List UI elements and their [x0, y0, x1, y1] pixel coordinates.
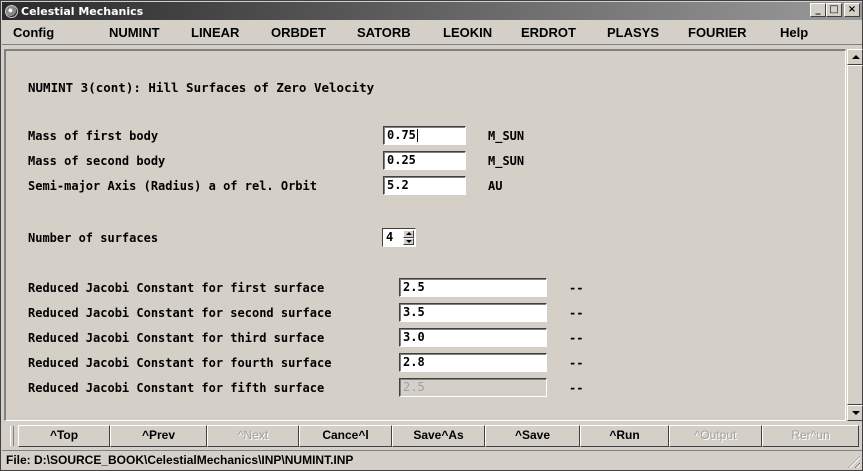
mass1-input[interactable]: 0.75 [383, 126, 466, 145]
title-bar[interactable]: Celestial Mechanics _ □ × [2, 2, 862, 20]
jacobi3-input[interactable]: 3.0 [399, 328, 547, 347]
text-caret [416, 129, 418, 142]
window-title: Celestial Mechanics [21, 4, 144, 18]
jacobi4-input[interactable]: 2.8 [399, 353, 547, 372]
jacobi2-input[interactable]: 3.5 [399, 303, 547, 322]
jacobi5-label: Reduced Jacobi Constant for fifth surfac… [28, 381, 325, 395]
mass1-label: Mass of first body [28, 129, 159, 143]
num-surfaces-stepper[interactable]: 4 [382, 228, 416, 247]
jacobi1-input[interactable]: 2.5 [399, 278, 547, 297]
next-button: ^Next [207, 425, 299, 447]
menu-bar: Config NUMINT LINEAR ORBDET SATORB LEOKI… [2, 21, 862, 45]
stepper-down-icon[interactable] [403, 237, 414, 245]
scroll-up-icon[interactable] [847, 49, 863, 65]
jacobi4-unit: -- [569, 356, 584, 370]
menu-help[interactable]: Help [780, 25, 808, 40]
status-bar: File: D:\SOURCE_BOOK\CelestialMechanics\… [2, 450, 862, 470]
maximize-button[interactable]: □ [826, 3, 842, 17]
semi-major-input[interactable]: 5.2 [383, 176, 466, 195]
menu-satorb[interactable]: SATORB [357, 25, 411, 40]
semi-major-unit: AU [488, 179, 503, 193]
menu-leokin[interactable]: LEOKIN [443, 25, 492, 40]
jacobi1-unit: -- [569, 281, 584, 295]
jacobi4-label: Reduced Jacobi Constant for fourth surfa… [28, 356, 332, 370]
prev-button[interactable]: ^Prev [110, 425, 207, 447]
menu-erdrot[interactable]: ERDROT [521, 25, 576, 40]
save-as-button[interactable]: Save^As [392, 425, 485, 447]
jacobi2-label: Reduced Jacobi Constant for second surfa… [28, 306, 332, 320]
num-surfaces-value: 4 [386, 230, 394, 244]
scroll-thumb[interactable] [847, 65, 863, 405]
top-button[interactable]: ^Top [18, 425, 110, 447]
jacobi2-unit: -- [569, 306, 584, 320]
stepper-buttons [403, 230, 414, 245]
section-title: NUMINT 3(cont): Hill Surfaces of Zero Ve… [28, 80, 375, 95]
menu-orbdet[interactable]: ORBDET [271, 25, 326, 40]
mass1-value: 0.75 [387, 128, 416, 142]
form-panel: NUMINT 3(cont): Hill Surfaces of Zero Ve… [4, 49, 846, 421]
jacobi3-unit: -- [569, 331, 584, 345]
app-icon[interactable] [5, 4, 18, 18]
minimize-button[interactable]: _ [810, 3, 826, 17]
vertical-scrollbar[interactable] [847, 49, 863, 421]
menu-fourier[interactable]: FOURIER [688, 25, 747, 40]
jacobi5-input: 2.5 [399, 378, 547, 397]
toolbar-grip-icon[interactable] [10, 426, 14, 446]
mass2-unit: M_SUN [488, 154, 525, 168]
scroll-down-icon[interactable] [847, 405, 863, 421]
output-button: ^Output [669, 425, 762, 447]
menu-config[interactable]: Config [13, 25, 54, 40]
cancel-button[interactable]: Cance^l [299, 425, 392, 447]
mass2-input[interactable]: 0.25 [383, 151, 466, 170]
window-controls: _ □ × [810, 3, 860, 17]
num-surfaces-label: Number of surfaces [28, 231, 159, 245]
resize-grip-icon[interactable] [848, 456, 860, 468]
mass1-unit: M_SUN [488, 129, 525, 143]
mass2-label: Mass of second body [28, 154, 166, 168]
menu-plasys[interactable]: PLASYS [607, 25, 659, 40]
app-window: Celestial Mechanics _ □ × Config NUMINT … [0, 0, 863, 471]
rerun-button: Rer^un [762, 425, 859, 447]
jacobi5-unit: -- [569, 381, 584, 395]
stepper-up-icon[interactable] [403, 230, 414, 238]
jacobi1-label: Reduced Jacobi Constant for first surfac… [28, 281, 325, 295]
save-button[interactable]: ^Save [485, 425, 580, 447]
jacobi3-label: Reduced Jacobi Constant for third surfac… [28, 331, 325, 345]
run-button[interactable]: ^Run [580, 425, 669, 447]
menu-linear[interactable]: LINEAR [191, 25, 239, 40]
close-button[interactable]: × [844, 3, 860, 17]
semi-major-label: Semi-major Axis (Radius) a of rel. Orbit [28, 179, 317, 193]
file-path: File: D:\SOURCE_BOOK\CelestialMechanics\… [6, 453, 354, 467]
button-bar: ^Top ^Prev ^Next Cance^l Save^As ^Save ^… [2, 424, 862, 448]
menu-numint[interactable]: NUMINT [109, 25, 160, 40]
